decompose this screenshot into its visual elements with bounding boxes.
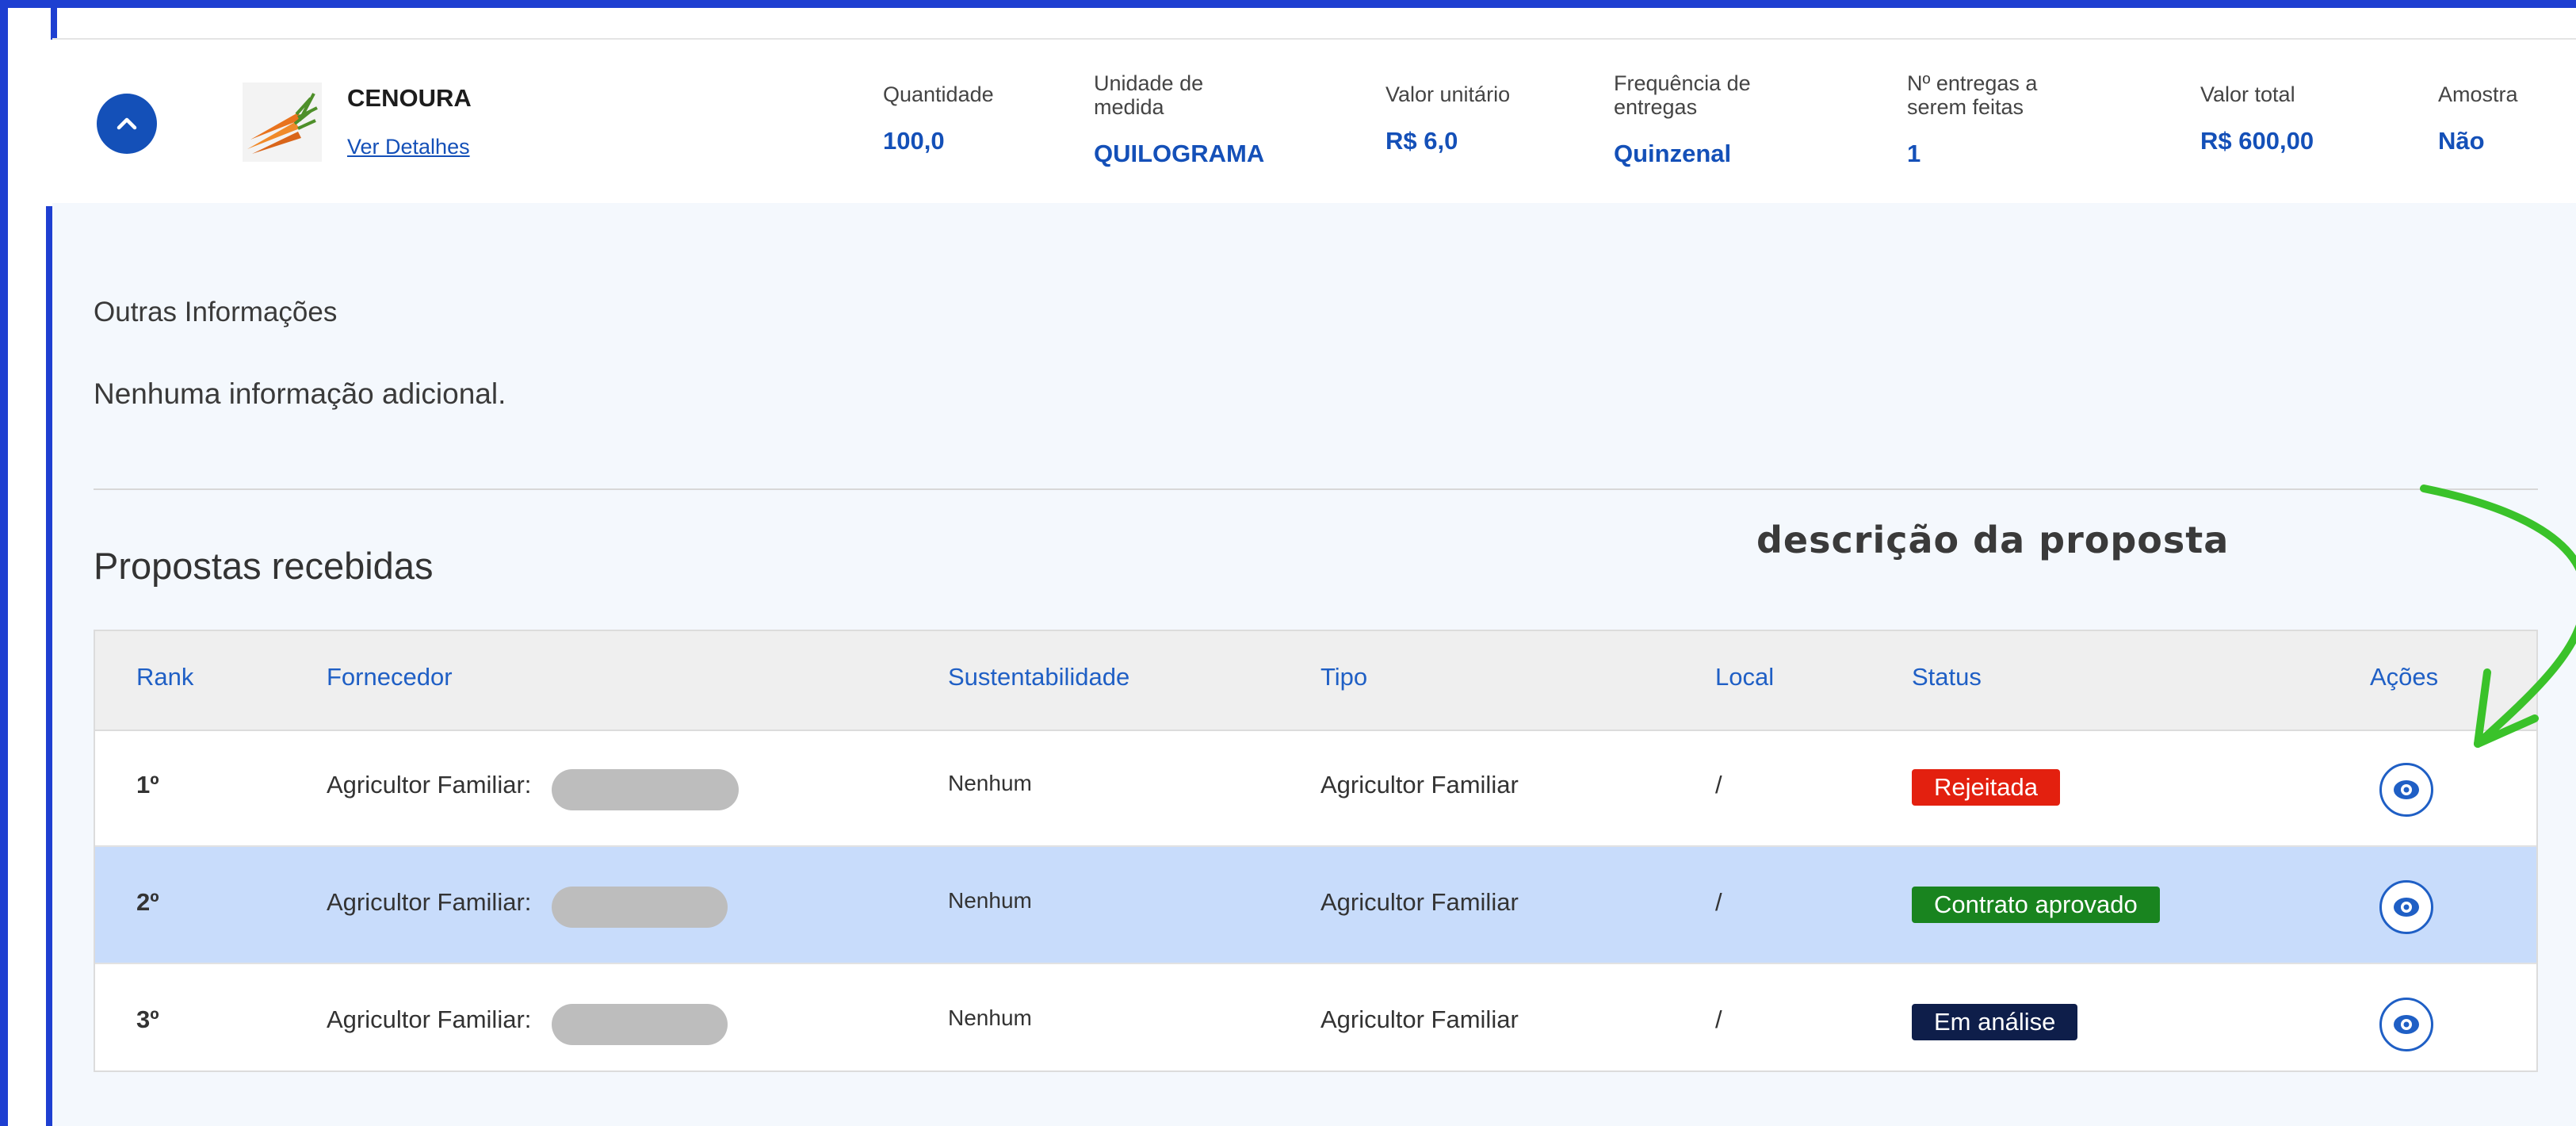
- location-cell: /: [1715, 1005, 1722, 1033]
- table-row: 2º Agricultor Familiar: Nenhum Agriculto…: [95, 847, 2536, 964]
- field-label-unit: Unidade de medida: [1094, 71, 1204, 119]
- carrot-image: [243, 82, 322, 162]
- field-value-quantity: 100,0: [883, 127, 945, 155]
- type-cell: Agricultor Familiar: [1320, 771, 1519, 799]
- sustainability-cell: Nenhum: [948, 771, 1032, 795]
- field-value-total: R$ 600,00: [2200, 127, 2314, 155]
- eye-icon: [2394, 898, 2419, 917]
- panel-accent-bar: [46, 206, 52, 1126]
- column-header-status: Status: [1912, 663, 1982, 691]
- redacted-supplier-name: [552, 769, 739, 810]
- location-cell: /: [1715, 888, 1722, 916]
- frame-accent: [51, 8, 57, 40]
- field-value-unit: QUILOGRAMA: [1094, 140, 1265, 167]
- table-header: Rank Fornecedor Sustentabilidade Tipo Lo…: [95, 631, 2536, 731]
- field-value-deliveries: 1: [1907, 140, 1921, 167]
- window-frame-left: [0, 0, 8, 1126]
- redacted-supplier-name: [552, 1004, 728, 1045]
- annotation-arrow: [2420, 484, 2576, 748]
- field-value-sample: Não: [2438, 127, 2485, 155]
- product-name: CENOURA: [347, 84, 472, 112]
- sustainability-cell: Nenhum: [948, 888, 1032, 913]
- table-row: 3º Agricultor Familiar: Nenhum Agriculto…: [95, 964, 2536, 1082]
- status-badge: Rejeitada: [1912, 769, 2060, 806]
- status-badge: Em análise: [1912, 1004, 2078, 1040]
- column-header-location: Local: [1715, 663, 1775, 691]
- collapse-button[interactable]: [97, 94, 157, 154]
- rank-cell: 3º: [136, 1005, 159, 1033]
- table-row: 1º Agricultor Familiar: Nenhum Agriculto…: [95, 730, 2536, 847]
- field-value-unit-price: R$ 6,0: [1385, 127, 1458, 155]
- column-header-sustainability: Sustentabilidade: [948, 663, 1130, 691]
- rank-cell: 2º: [136, 888, 159, 916]
- type-cell: Agricultor Familiar: [1320, 1005, 1519, 1033]
- field-label-deliveries: Nº entregas a serem feitas: [1907, 71, 2038, 119]
- proposals-table: Rank Fornecedor Sustentabilidade Tipo Lo…: [94, 630, 2538, 1072]
- supplier-cell: Agricultor Familiar:: [327, 888, 532, 916]
- item-details-panel: Outras Informações Nenhuma informação ad…: [52, 203, 2576, 1126]
- field-label-sample: Amostra: [2438, 82, 2518, 106]
- field-label-frequency: Frequência de entregas: [1614, 71, 1751, 119]
- field-label-unit-price: Valor unitário: [1385, 82, 1511, 106]
- annotation-label: descrição da proposta: [1756, 519, 2230, 561]
- supplier-cell: Agricultor Familiar:: [327, 771, 532, 799]
- view-proposal-button[interactable]: [2379, 880, 2433, 934]
- section-divider: [94, 488, 2538, 490]
- column-header-type: Tipo: [1320, 663, 1368, 691]
- field-label-total: Valor total: [2200, 82, 2295, 106]
- status-badge: Contrato aprovado: [1912, 887, 2160, 923]
- rank-cell: 1º: [136, 771, 159, 799]
- proposals-title: Propostas recebidas: [94, 545, 434, 587]
- other-info-text: Nenhuma informação adicional.: [94, 377, 506, 410]
- redacted-supplier-name: [552, 887, 728, 928]
- field-label-quantity: Quantidade: [883, 82, 994, 106]
- location-cell: /: [1715, 771, 1722, 799]
- item-header: CENOURA Ver Detalhes Quantidade 100,0 Un…: [52, 38, 2576, 205]
- supplier-cell: Agricultor Familiar:: [327, 1005, 532, 1033]
- eye-icon: [2394, 1015, 2419, 1034]
- column-header-rank: Rank: [136, 663, 194, 691]
- other-info-label: Outras Informações: [94, 297, 338, 327]
- type-cell: Agricultor Familiar: [1320, 888, 1519, 916]
- sustainability-cell: Nenhum: [948, 1005, 1032, 1030]
- view-details-link[interactable]: Ver Detalhes: [347, 135, 470, 159]
- chevron-up-icon: [117, 117, 137, 130]
- window-frame-top: [0, 0, 2576, 8]
- view-proposal-button[interactable]: [2379, 998, 2433, 1051]
- field-value-frequency: Quinzenal: [1614, 140, 1732, 167]
- column-header-supplier: Fornecedor: [327, 663, 453, 691]
